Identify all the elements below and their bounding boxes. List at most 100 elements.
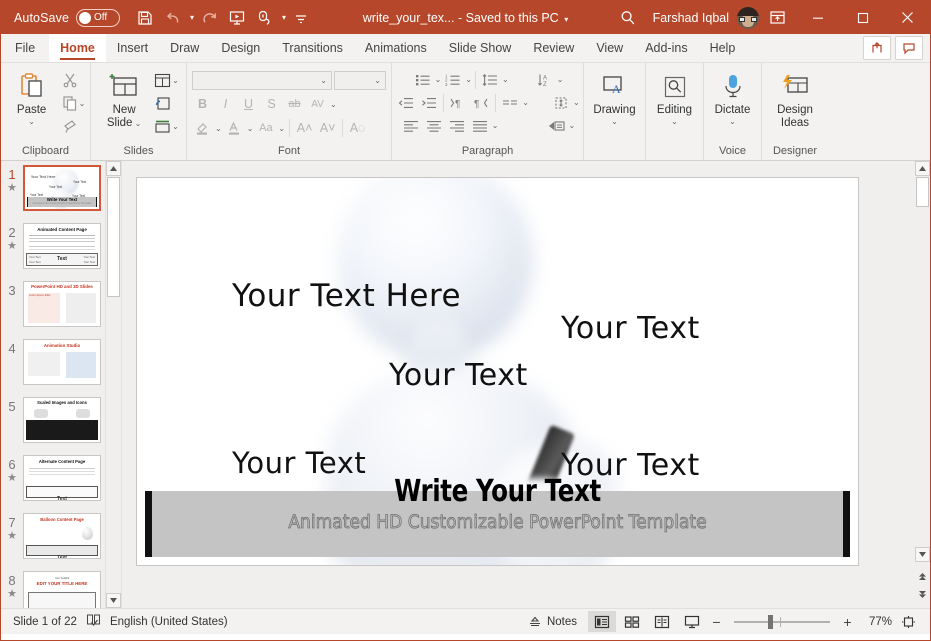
text-placeholder-3[interactable]: Your Text: [389, 358, 528, 393]
increase-indent-icon[interactable]: [418, 92, 440, 113]
notes-button[interactable]: Notes: [519, 611, 586, 632]
line-spacing-dropdown-icon[interactable]: ⌄: [502, 75, 509, 84]
undo-icon[interactable]: [160, 6, 186, 30]
slide-counter[interactable]: Slide 1 of 22: [13, 616, 77, 628]
spellcheck-icon[interactable]: [86, 613, 101, 630]
thumbnail-scrollbar[interactable]: [105, 161, 121, 608]
previous-slide-icon[interactable]: [915, 569, 930, 584]
text-placeholder-2[interactable]: Your Text: [561, 311, 700, 346]
copy-dropdown-icon[interactable]: ⌄: [79, 99, 86, 108]
numbering-icon[interactable]: 123: [442, 69, 464, 90]
font-size-dropdown-icon[interactable]: ⌄: [374, 76, 381, 85]
account-name[interactable]: Farshad Iqbal: [649, 11, 737, 25]
align-text-icon[interactable]: [550, 92, 572, 113]
zoom-slider[interactable]: [734, 614, 830, 629]
drawing-dropdown-icon[interactable]: ⌄: [611, 117, 618, 126]
scroll-down-icon[interactable]: [106, 593, 121, 608]
autosave-switch[interactable]: Off: [76, 8, 121, 27]
list-item[interactable]: 6 ★ Alternate Content Page Text: [1, 451, 121, 509]
text-placeholder-4[interactable]: Your Text: [232, 446, 366, 480]
columns-icon[interactable]: [499, 92, 521, 113]
touch-mouse-mode-icon[interactable]: [252, 6, 278, 30]
editing-button[interactable]: Editing ⌄: [647, 67, 703, 126]
text-placeholder-1[interactable]: Your Text Here: [232, 278, 461, 314]
scroll-up-icon[interactable]: [915, 161, 930, 176]
slide-thumbnail[interactable]: Your Text Here Your Text Your Text Your …: [23, 165, 101, 211]
tab-help[interactable]: Help: [699, 34, 747, 62]
slide-thumbnail[interactable]: PowerPoint HD and 3D Slides Lorem ipsum …: [23, 281, 101, 327]
rtl-icon[interactable]: ¶: [470, 92, 492, 113]
avatar[interactable]: [737, 6, 759, 29]
design-ideas-button[interactable]: Design Ideas: [767, 67, 823, 130]
undo-dropdown-icon[interactable]: ▾: [190, 13, 194, 22]
tab-slide-show[interactable]: Slide Show: [438, 34, 523, 62]
increase-font-size-icon[interactable]: A˄: [294, 118, 315, 139]
slide-show-button[interactable]: [678, 611, 706, 632]
slide-thumbnail[interactable]: Your Subtitle EDIT YOUR TITLE HERE: [23, 571, 101, 608]
autosave-toggle[interactable]: AutoSave Off: [14, 8, 121, 27]
list-item[interactable]: 4 Animation Studio: [1, 335, 121, 393]
slide-thumbnail-pane[interactable]: 1 ★ Your Text Here Your Text Your Text Y…: [1, 161, 122, 608]
line-spacing-icon[interactable]: [479, 69, 501, 90]
list-item[interactable]: 3 PowerPoint HD and 3D Slides Lorem ipsu…: [1, 277, 121, 335]
strikethrough-button[interactable]: ab: [284, 94, 305, 115]
paste-dropdown-icon[interactable]: ⌄: [28, 117, 35, 126]
italic-button[interactable]: I: [215, 94, 236, 115]
new-slide-dropdown-icon[interactable]: ⌄: [132, 119, 142, 128]
list-item[interactable]: 7 ★ Balloon Content Page Text: [1, 509, 121, 567]
align-center-icon[interactable]: [423, 115, 445, 136]
change-case-dropdown-icon[interactable]: ⌄: [278, 124, 285, 133]
zoom-in-button[interactable]: +: [839, 614, 856, 630]
character-spacing-dropdown-icon[interactable]: ⌄: [330, 100, 337, 109]
decrease-font-size-icon[interactable]: A˅: [317, 118, 338, 139]
tab-transitions[interactable]: Transitions: [271, 34, 354, 62]
maximize-button[interactable]: [840, 1, 885, 34]
reset-icon[interactable]: [152, 92, 181, 114]
tab-draw[interactable]: Draw: [159, 34, 210, 62]
start-presentation-icon[interactable]: [224, 6, 250, 30]
tab-view[interactable]: View: [585, 34, 634, 62]
normal-view-button[interactable]: [588, 611, 616, 632]
list-item[interactable]: 2 ★ Animated Content Page Your Text Your…: [1, 219, 121, 277]
smartart-dropdown-icon[interactable]: ⌄: [569, 121, 576, 130]
slide-thumbnail[interactable]: Animation Studio: [23, 339, 101, 385]
drawing-button[interactable]: A Drawing ⌄: [587, 67, 643, 126]
search-icon[interactable]: [607, 5, 649, 31]
title-band[interactable]: Write Your Text Animated HD Customizable…: [145, 477, 850, 557]
align-right-icon[interactable]: [446, 115, 468, 136]
tab-add-ins[interactable]: Add-ins: [634, 34, 698, 62]
list-item[interactable]: 8 ★ Your Subtitle EDIT YOUR TITLE HERE: [1, 567, 121, 608]
text-highlight-icon[interactable]: [192, 118, 213, 139]
underline-button[interactable]: U: [238, 94, 259, 115]
scroll-down-icon[interactable]: [915, 547, 930, 562]
text-direction-sort-icon[interactable]: AZ: [534, 69, 556, 90]
justify-icon[interactable]: [469, 115, 491, 136]
tab-review[interactable]: Review: [522, 34, 585, 62]
scroll-up-icon[interactable]: [106, 161, 121, 176]
copy-icon[interactable]: ⌄: [60, 92, 88, 114]
dictate-dropdown-icon[interactable]: ⌄: [729, 117, 736, 126]
tab-home[interactable]: Home: [49, 34, 106, 62]
dictate-button[interactable]: Dictate ⌄: [705, 67, 761, 126]
columns-dropdown-icon[interactable]: ⌄: [522, 98, 529, 107]
tab-insert[interactable]: Insert: [106, 34, 159, 62]
new-slide-button[interactable]: New Slide ⌄: [96, 67, 152, 130]
highlight-dropdown-icon[interactable]: ⌄: [215, 124, 222, 133]
editing-dropdown-icon[interactable]: ⌄: [671, 117, 678, 126]
tab-design[interactable]: Design: [210, 34, 271, 62]
tab-file[interactable]: File: [1, 34, 49, 62]
scrollbar-thumb[interactable]: [916, 177, 929, 207]
zoom-level[interactable]: 77%: [858, 616, 892, 628]
slide-thumbnail[interactable]: Balloon Content Page Text: [23, 513, 101, 559]
customize-qat-icon[interactable]: [288, 6, 314, 30]
save-status-dropdown-icon[interactable]: ▾: [564, 15, 568, 24]
next-slide-icon[interactable]: [915, 587, 930, 602]
language-indicator[interactable]: English (United States): [110, 616, 228, 628]
share-button[interactable]: [863, 36, 891, 60]
zoom-out-button[interactable]: −: [708, 614, 725, 630]
character-spacing-button[interactable]: AV: [307, 94, 328, 115]
ribbon-display-options-icon[interactable]: [759, 5, 795, 31]
font-color-icon[interactable]: [224, 118, 245, 139]
section-icon[interactable]: ⌄: [152, 115, 181, 137]
justify-dropdown-icon[interactable]: ⌄: [492, 121, 499, 130]
